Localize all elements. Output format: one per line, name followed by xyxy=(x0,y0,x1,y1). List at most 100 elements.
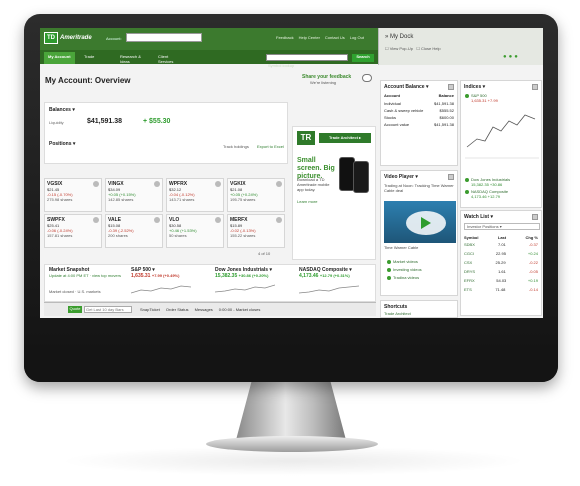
logo[interactable]: TD Ameritrade xyxy=(44,32,92,44)
indices-item-nasdaq-value: 4,173.46 +12.79 xyxy=(471,194,501,199)
export-link[interactable]: Export to Excel xyxy=(257,144,284,149)
position-card[interactable]: VGKIX $21.08 +0.05 (+0.24%) 195.75 shares xyxy=(227,178,285,212)
market-snapshot: Market Snapshot Update at 4:00 PM ET · v… xyxy=(44,264,376,302)
position-shares: 155.22 shares xyxy=(230,233,256,238)
position-card[interactable]: VLO $30.58 +0.46 (+1.53%) 50 shares xyxy=(166,214,224,248)
account-balance-row: Account value $41,591.38 xyxy=(384,122,454,127)
indices-item-dow-value: 15,382.35 +30.86 xyxy=(471,182,503,187)
watch-list-row[interactable]: CSX 25.29 -0.22 xyxy=(464,260,538,265)
nasdaq-value: 4,173.46 +12.79 (+0.31%) xyxy=(299,273,350,279)
position-shares: 50 shares xyxy=(169,233,187,238)
watch-list-row[interactable]: EFRX 54.03 +0.19 xyxy=(464,278,538,283)
ad-body: Download a TD Ameritrade mobile app toda… xyxy=(297,177,330,192)
ad-learn-more[interactable]: Learn more xyxy=(297,199,317,204)
market-update-link[interactable]: Update at 4:00 PM ET · view top movers xyxy=(49,273,125,278)
market-clock: 0:00:00 - Market closes xyxy=(218,307,261,312)
top-link-help[interactable]: Help Center xyxy=(299,35,320,40)
watch-list-row[interactable]: DRYS 1.61 -0.05 xyxy=(464,269,538,274)
dock-pager-dots[interactable]: ●●● xyxy=(503,54,520,60)
dock-close-help[interactable]: Close Help xyxy=(421,46,441,51)
account-balance-title[interactable]: Account Balance ▾ xyxy=(384,84,428,90)
monitor-stand-neck xyxy=(236,382,346,440)
account-select[interactable] xyxy=(126,33,202,42)
settings-icon[interactable] xyxy=(532,214,538,220)
dow-sparkline xyxy=(215,284,275,293)
position-action-icon[interactable] xyxy=(154,181,160,187)
symbol-lookup-link[interactable]: Symbol lookup xyxy=(268,63,294,68)
position-card[interactable]: VINGX $34.09 +0.05 (+0.15%) 142.85 shares xyxy=(105,178,163,212)
watch-list-row[interactable]: CGCI 22.95 +0.24 xyxy=(464,251,538,256)
balance-value: $41,591.38 xyxy=(87,118,123,125)
shortcut-trade-architect[interactable]: Trade Architect xyxy=(384,311,411,316)
settings-icon[interactable] xyxy=(532,84,538,90)
settings-icon[interactable] xyxy=(448,84,454,90)
status-items: SnapTicket Order Status Messages 0:00:00… xyxy=(140,307,260,312)
messages-button[interactable]: Messages xyxy=(195,307,213,312)
video-player-title[interactable]: Video Player ▾ xyxy=(384,174,418,180)
position-shares: 157.81 shares xyxy=(47,233,73,238)
positions-pager[interactable]: 4 of 10 xyxy=(258,251,270,256)
search-button[interactable]: Search xyxy=(352,54,374,62)
nasdaq-sparkline xyxy=(299,285,359,294)
account-balance-row: Individual $41,591.38 xyxy=(384,101,454,106)
position-card[interactable]: WPFRX $32.12 -0.04 (-0.12%) 143.71 shares xyxy=(166,178,224,212)
trade-architect-logo: TR xyxy=(297,131,315,145)
watch-list-row[interactable]: SDBX 7.01 -0.37 xyxy=(464,242,538,247)
position-action-icon[interactable] xyxy=(276,217,282,223)
top-link-logout[interactable]: Log Out xyxy=(350,35,364,40)
trade-architect-ad[interactable]: TR Trade Architect ▸ Small screen. Big p… xyxy=(292,126,376,260)
top-link-feedback[interactable]: Feedback xyxy=(276,35,294,40)
trade-architect-button[interactable]: Trade Architect ▸ xyxy=(319,133,371,143)
phone-image-2 xyxy=(353,161,369,193)
dock-options: ☐ View Pop-Up ☐ Close Help xyxy=(385,46,441,51)
balances-title[interactable]: Balances ▾ xyxy=(49,107,75,113)
play-icon[interactable] xyxy=(421,217,431,229)
my-dock: » My Dock ☐ View Pop-Up ☐ Close Help ●●● xyxy=(378,28,543,65)
settings-icon[interactable] xyxy=(448,174,454,180)
positions-title[interactable]: Positions ▾ xyxy=(49,141,75,147)
quote-input[interactable]: Get Last 10 day Bars xyxy=(84,306,132,313)
account-balance-header: Account Balance xyxy=(384,93,454,98)
shortcuts-panel: Shortcuts Trade Architect xyxy=(380,300,458,318)
watch-list-row[interactable]: ETS 71.48 -0.14 xyxy=(464,287,538,292)
position-card[interactable]: VGSIX $21.45 -0.15 (-0.70%) 275.98 shares xyxy=(44,178,102,212)
track-holdings-link[interactable]: Track holdings xyxy=(223,144,249,149)
search-input[interactable] xyxy=(266,54,348,61)
tab-trade[interactable]: Trade xyxy=(80,52,98,64)
balances-panel: Balances ▾ Liquidity $41,591.38 + $55.30… xyxy=(44,102,288,164)
tab-research-ideas[interactable]: Research & Ideas xyxy=(116,52,146,64)
feedback-sub: We're listening xyxy=(310,80,337,85)
watch-list-title[interactable]: Watch List ▾ xyxy=(464,214,493,220)
video-caption: Trading at Noon: Tracking Time Warner Ca… xyxy=(384,183,454,193)
top-link-contact[interactable]: Contact Us xyxy=(325,35,345,40)
position-action-icon[interactable] xyxy=(93,217,99,223)
order-status-button[interactable]: Order Status xyxy=(166,307,189,312)
tab-my-account[interactable]: My Account xyxy=(44,52,75,64)
watch-list-select[interactable]: Investor Positions ▾ xyxy=(464,223,540,230)
balance-change: + $55.30 xyxy=(143,118,171,125)
video-list-item[interactable]: Market videos xyxy=(387,259,418,264)
position-action-icon[interactable] xyxy=(215,217,221,223)
video-thumbnail[interactable] xyxy=(384,201,456,243)
position-card[interactable]: SWPFX $25.41 -0.06 (-0.24%) 157.81 shares xyxy=(44,214,102,248)
position-action-icon[interactable] xyxy=(93,181,99,187)
snapticket-button[interactable]: SnapTicket xyxy=(140,307,160,312)
video-list-item[interactable]: Investing videos xyxy=(387,267,422,272)
tab-client-services[interactable]: Client Services xyxy=(154,52,184,64)
position-action-icon[interactable] xyxy=(276,181,282,187)
position-shares: 195.75 shares xyxy=(230,197,256,202)
position-card[interactable]: VALE $15.08 -0.39 (-2.52%) 200 shares xyxy=(105,214,163,248)
speech-bubble-icon[interactable] xyxy=(362,74,372,82)
video-list-item[interactable]: Tradina videos xyxy=(387,275,419,280)
dock-view-popup[interactable]: View Pop-Up xyxy=(390,46,413,51)
position-action-icon[interactable] xyxy=(154,217,160,223)
screen: TD Ameritrade Account: Feedback Help Cen… xyxy=(40,28,543,318)
balance-label: Liquidity xyxy=(49,120,64,125)
position-action-icon[interactable] xyxy=(215,181,221,187)
quote-button[interactable]: Quote xyxy=(68,306,82,313)
indices-title[interactable]: Indices ▾ xyxy=(464,84,485,90)
logo-name: Ameritrade xyxy=(60,35,92,41)
watch-list-panel: Watch List ▾ Investor Positions ▾ Symbol… xyxy=(460,210,542,316)
position-card[interactable]: MERFX $15.89 -0.02 (-0.13%) 155.22 shares xyxy=(227,214,285,248)
top-links: Feedback Help Center Contact Us Log Out xyxy=(276,35,364,40)
